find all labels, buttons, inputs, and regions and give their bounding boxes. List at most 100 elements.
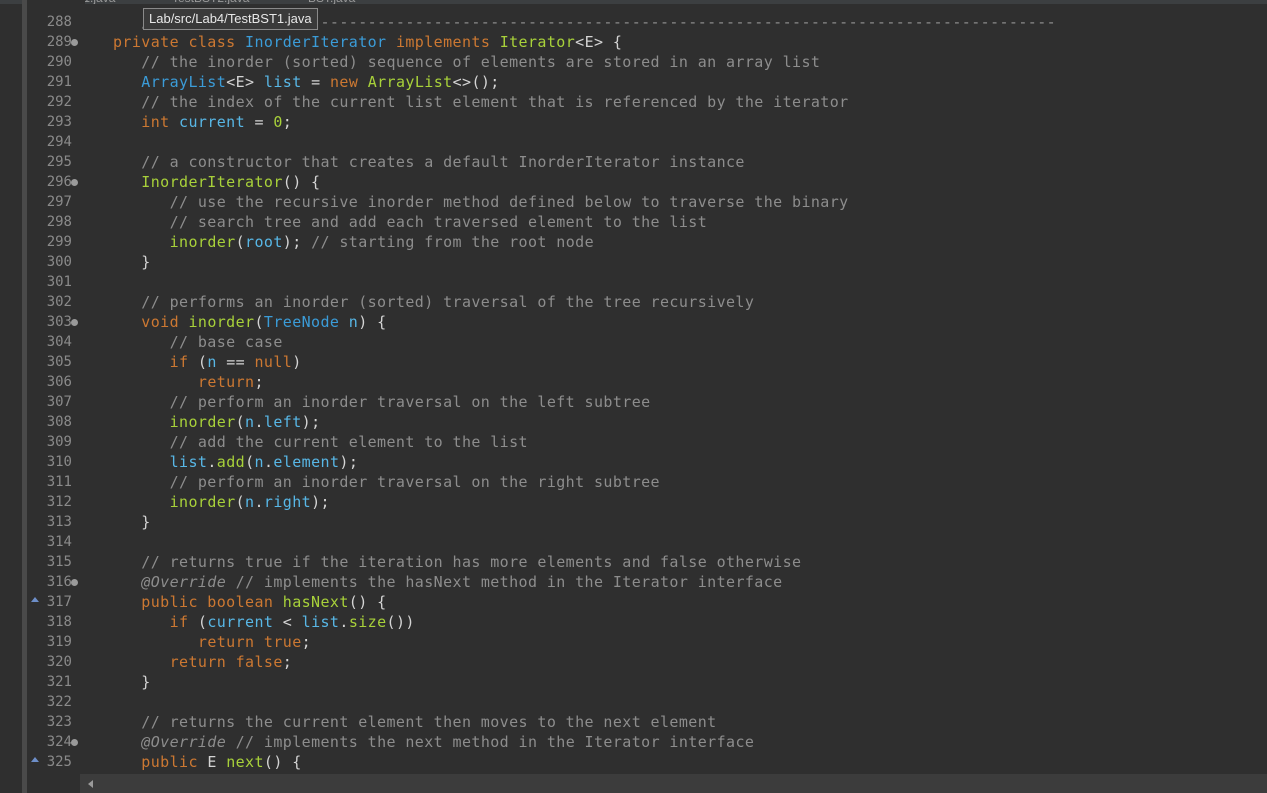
- code-line[interactable]: 311 // perform an inorder traversal on t…: [0, 472, 1267, 492]
- code-line[interactable]: 296 InorderIterator() {: [0, 172, 1267, 192]
- code-line[interactable]: 314: [0, 532, 1267, 552]
- code-text: @Override // implements the hasNext meth…: [113, 572, 783, 592]
- editor-tab-strip: TestBST1.javaTestBST2.javaBST.java: [0, 0, 1267, 4]
- code-token: ;: [254, 373, 264, 391]
- override-marker-icon[interactable]: [31, 597, 39, 602]
- code-text: // returns true if the iteration has mor…: [113, 552, 801, 572]
- code-line[interactable]: 293 int current = 0;: [0, 112, 1267, 132]
- code-token: int: [141, 113, 180, 131]
- code-token: // add the current element to the list: [113, 433, 528, 451]
- code-line[interactable]: 304 // base case: [0, 332, 1267, 352]
- code-line[interactable]: 325 public E next() {: [0, 752, 1267, 772]
- code-line[interactable]: 306 return;: [0, 372, 1267, 392]
- line-number: 289: [46, 34, 72, 50]
- code-token: @Override: [141, 733, 227, 751]
- code-text: // base case: [113, 332, 283, 352]
- code-token: n: [254, 453, 264, 471]
- code-line[interactable]: 323 // returns the current element then …: [0, 712, 1267, 732]
- line-number: 313: [46, 514, 72, 530]
- code-text: // the index of the current list element…: [113, 92, 849, 112]
- code-line[interactable]: 313 }: [0, 512, 1267, 532]
- code-line[interactable]: 300 }: [0, 252, 1267, 272]
- code-editor[interactable]: TestBST1.javaTestBST2.javaBST.java 288 /…: [0, 0, 1267, 793]
- code-token: // perform an inorder traversal on the r…: [113, 473, 660, 491]
- code-line[interactable]: 292 // the index of the current list ele…: [0, 92, 1267, 112]
- code-line[interactable]: 305 if (n == null): [0, 352, 1267, 372]
- code-line[interactable]: 324 @Override // implements the next met…: [0, 732, 1267, 752]
- fold-collapse-icon[interactable]: [71, 739, 78, 746]
- code-line[interactable]: 299 inorder(root); // starting from the …: [0, 232, 1267, 252]
- code-line[interactable]: 294: [0, 132, 1267, 152]
- code-line[interactable]: 317 public boolean hasNext() {: [0, 592, 1267, 612]
- code-token: 0: [273, 113, 283, 131]
- line-number: 293: [46, 114, 72, 130]
- code-token: <>();: [452, 73, 500, 91]
- fold-collapse-icon[interactable]: [71, 579, 78, 586]
- code-text: // perform an inorder traversal on the r…: [113, 472, 660, 492]
- code-token: // returns the current element then move…: [113, 713, 717, 731]
- code-line[interactable]: 321 }: [0, 672, 1267, 692]
- code-token: return: [197, 373, 255, 391]
- code-token: // implements the next method in the Ite…: [226, 733, 755, 751]
- code-line[interactable]: 289 private class InorderIterator impleme…: [0, 32, 1267, 52]
- code-token: right: [263, 493, 312, 511]
- tab-testbst2-java[interactable]: TestBST2.java: [172, 0, 249, 4]
- tab-bst-java[interactable]: BST.java: [308, 0, 355, 4]
- code-line[interactable]: 318 if (current < list.size()): [0, 612, 1267, 632]
- code-line[interactable]: 302 // performs an inorder (sorted) trav…: [0, 292, 1267, 312]
- code-line[interactable]: 295 // a constructor that creates a defa…: [0, 152, 1267, 172]
- code-token: @Override: [141, 573, 227, 591]
- code-token: ==: [216, 353, 255, 371]
- code-line[interactable]: 319 return true;: [0, 632, 1267, 652]
- code-line[interactable]: 307 // perform an inorder traversal on t…: [0, 392, 1267, 412]
- line-number: 317: [46, 594, 72, 610]
- line-number: 297: [46, 194, 72, 210]
- code-line[interactable]: 303 void inorder(TreeNode n) {: [0, 312, 1267, 332]
- code-token: private class: [113, 33, 246, 51]
- code-line[interactable]: 316 @Override // implements the hasNext …: [0, 572, 1267, 592]
- code-token: // search tree and add each traversed el…: [113, 213, 708, 231]
- line-number: 308: [46, 414, 72, 430]
- line-number: 316: [46, 574, 72, 590]
- code-line[interactable]: 320 return false;: [0, 652, 1267, 672]
- line-number: 322: [46, 694, 72, 710]
- code-line[interactable]: 310 list.add(n.element);: [0, 452, 1267, 472]
- fold-collapse-icon[interactable]: [71, 179, 78, 186]
- code-token: Iterator: [499, 33, 576, 51]
- code-line[interactable]: 322: [0, 692, 1267, 712]
- fold-collapse-icon[interactable]: [71, 319, 78, 326]
- code-token: (: [235, 413, 246, 431]
- code-text: }: [113, 252, 151, 272]
- override-marker-icon[interactable]: [31, 757, 39, 762]
- code-text: if (n == null): [113, 352, 302, 372]
- line-number: 301: [46, 274, 72, 290]
- code-token: void: [141, 313, 189, 331]
- code-line[interactable]: 298 // search tree and add each traverse…: [0, 212, 1267, 232]
- code-line[interactable]: 301: [0, 272, 1267, 292]
- code-token: list: [263, 73, 302, 91]
- scroll-left-arrow-icon[interactable]: [88, 780, 93, 788]
- code-line[interactable]: 312 inorder(n.right);: [0, 492, 1267, 512]
- horizontal-scrollbar[interactable]: [80, 774, 1267, 793]
- code-text: return false;: [113, 652, 292, 672]
- code-text: // perform an inorder traversal on the l…: [113, 392, 651, 412]
- code-line[interactable]: 297 // use the recursive inorder method …: [0, 192, 1267, 212]
- code-line[interactable]: 315 // returns true if the iteration has…: [0, 552, 1267, 572]
- code-token: }: [113, 673, 151, 691]
- fold-collapse-icon[interactable]: [71, 39, 78, 46]
- code-line[interactable]: 309 // add the current element to the li…: [0, 432, 1267, 452]
- code-line[interactable]: 290 // the inorder (sorted) sequence of …: [0, 52, 1267, 72]
- code-text: int current = 0;: [113, 112, 292, 132]
- code-line[interactable]: 291 ArrayList<E> list = new ArrayList<>(…: [0, 72, 1267, 92]
- line-number: 312: [46, 494, 72, 510]
- code-token: =: [245, 113, 274, 131]
- code-token: // perform an inorder traversal on the l…: [113, 393, 651, 411]
- code-line[interactable]: 308 inorder(n.left);: [0, 412, 1267, 432]
